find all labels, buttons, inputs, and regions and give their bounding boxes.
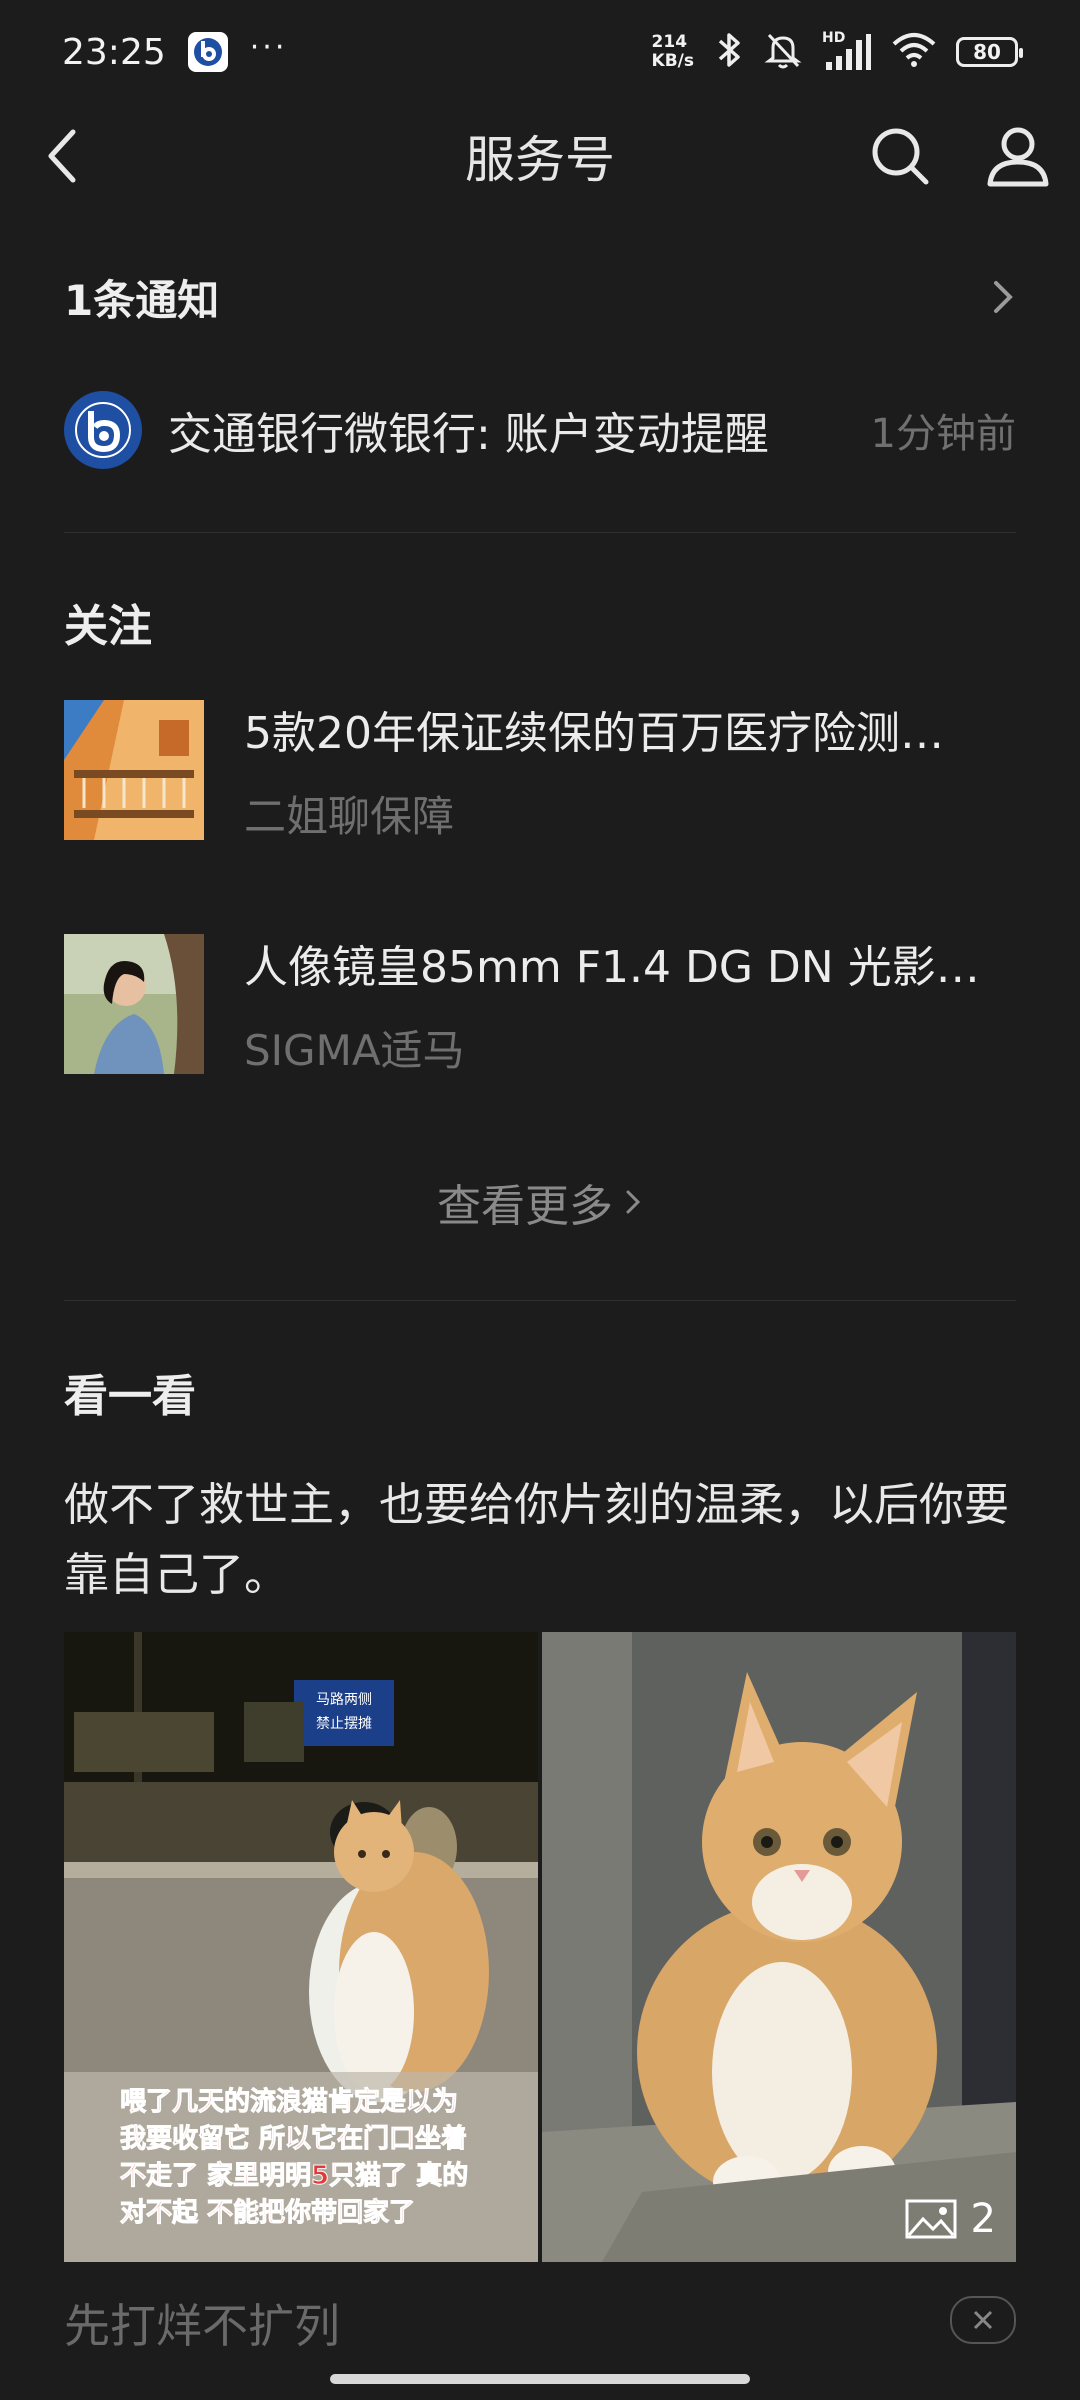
next-post-title[interactable]: 先打烊不扩列 [64, 2290, 340, 2356]
status-bar: 23:25 ··· 214 KB/s HD 80 [0, 0, 1080, 104]
article-title: 5款20年保证续保的百万医疗险测… [244, 707, 944, 759]
search-button[interactable] [868, 124, 932, 188]
follow-article-item[interactable]: 人像镜皇85mm F1.4 DG DN 光影… SIGMA适马 [64, 934, 1016, 1075]
notification-header[interactable]: 1条通知 [64, 252, 1016, 342]
status-time: 23:25 [62, 31, 166, 73]
battery-icon: 80 [956, 37, 1023, 67]
network-speed: 214 KB/s [652, 33, 694, 71]
network-speed-unit: KB/s [651, 51, 694, 71]
post-image-grid[interactable]: 马路两侧 禁止摆摊 喂了几天的流浪猫肯定是以为 我要收留它 所以它在门口坐着 不… [64, 1632, 1016, 2262]
follow-section-header: 关注 [64, 601, 152, 652]
chevron-right-icon [994, 281, 1013, 313]
wifi-icon [892, 32, 936, 72]
back-button[interactable] [30, 123, 96, 189]
sign-text: 马路两侧 [316, 1692, 372, 1708]
post-image-street-cat[interactable]: 马路两侧 禁止摆摊 喂了几天的流浪猫肯定是以为 我要收留它 所以它在门口坐着 不… [64, 1632, 538, 2262]
image-caption-line: 不走了 家里明明5只猫了 真的 [120, 2160, 468, 2191]
network-speed-value: 214 [651, 32, 688, 52]
status-right: 214 KB/s HD 80 [652, 30, 1023, 74]
dismiss-button[interactable] [950, 2296, 1016, 2344]
notification-count-label: 1条通知 [64, 275, 220, 325]
more-notifications-dots: ··· [249, 29, 288, 65]
mute-bell-icon [764, 30, 802, 74]
article-text: 人像镜皇85mm F1.4 DG DN 光影… SIGMA适马 [244, 931, 1004, 1078]
divider [64, 1300, 1016, 1301]
search-icon [872, 128, 929, 185]
article-title: 人像镜皇85mm F1.4 DG DN 光影… [244, 941, 980, 993]
nav-actions [868, 124, 1050, 188]
follow-article-item[interactable]: 5款20年保证续保的百万医疗险测… 二姐聊保障 [64, 700, 1016, 841]
cellular-signal-icon: HD [822, 30, 872, 72]
chevron-left-icon [48, 129, 76, 183]
look-post-text[interactable]: 做不了救世主，也要给你片刻的温柔，以后你要靠自己了。 [64, 1470, 1016, 1610]
article-text: 5款20年保证续保的百万医疗险测… 二姐聊保障 [244, 697, 1004, 844]
article-thumbnail-portrait [64, 934, 204, 1074]
see-more-link[interactable]: 查看更多 [64, 1170, 1016, 1234]
notification-time: 1分钟前 [870, 411, 1016, 457]
bluetooth-icon [714, 30, 744, 74]
image-count: 2 [970, 2196, 996, 2242]
person-icon [987, 127, 1049, 187]
sign-text: 禁止摆摊 [316, 1716, 372, 1732]
article-source: 二姐聊保障 [244, 791, 455, 841]
divider [64, 532, 1016, 533]
chevron-right-icon [626, 1190, 641, 1214]
nav-bar: 服务号 [0, 104, 1080, 208]
image-count-badge: 2 [905, 2196, 996, 2242]
image-caption-line: 对不起 不能把你带回家了 [120, 2197, 415, 2228]
bank-app-notification-icon [187, 32, 228, 72]
article-source: SIGMA适马 [244, 1025, 465, 1075]
home-indicator[interactable] [330, 2374, 750, 2384]
article-thumbnail-building [64, 700, 204, 840]
image-caption-line: 喂了几天的流浪猫肯定是以为 [120, 2086, 458, 2117]
status-left: 23:25 ··· [62, 29, 288, 73]
notification-item[interactable]: 交通银行微银行: 账户变动提醒 1分钟前 [64, 382, 1016, 478]
image-caption-line: 我要收留它 所以它在门口坐着 [120, 2123, 467, 2154]
profile-button[interactable] [986, 124, 1050, 188]
bank-logo-icon [64, 391, 142, 469]
notification-text: 交通银行微银行: 账户变动提醒 [168, 409, 769, 460]
look-section-header: 看一看 [64, 1371, 196, 1422]
post-image-orange-cat[interactable]: 2 [542, 1632, 1016, 2262]
image-gallery-icon [905, 2199, 957, 2239]
battery-level: 80 [973, 40, 1001, 64]
see-more-label: 查看更多 [437, 1181, 613, 1232]
close-icon [973, 2310, 993, 2330]
